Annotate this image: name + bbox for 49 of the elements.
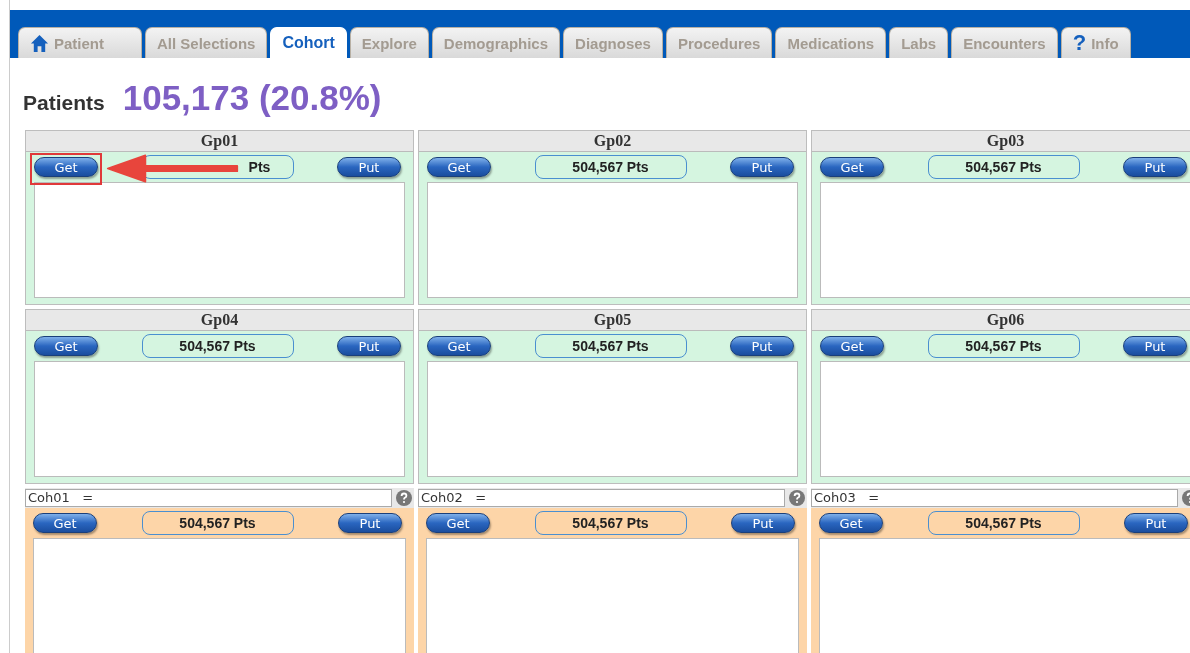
list-box[interactable] — [820, 182, 1190, 298]
tab[interactable]: ? Info — [1060, 27, 1131, 58]
help-icon[interactable] — [396, 490, 412, 506]
get-button[interactable]: Get — [427, 336, 491, 356]
put-button[interactable]: Put — [1123, 157, 1187, 177]
put-button[interactable]: Put — [337, 157, 401, 177]
get-button[interactable]: Get — [820, 336, 884, 356]
get-button[interactable]: Get — [820, 157, 884, 177]
patient-count: 105,173 (20.8%) — [122, 78, 382, 118]
cohort-field[interactable]: Coh01 = — [25, 489, 392, 507]
put-button[interactable]: Put — [1124, 513, 1188, 533]
count-pill: 504,567 Pts — [141, 334, 294, 358]
put-button[interactable]: Put — [337, 336, 401, 356]
group-title: Gp06 — [812, 310, 1190, 331]
list-box[interactable] — [34, 361, 405, 477]
help-icon: ? — [1072, 32, 1087, 54]
put-button[interactable]: Put — [730, 157, 794, 177]
list-box[interactable] — [820, 361, 1190, 477]
get-button[interactable]: Get — [34, 157, 98, 177]
tab[interactable]: Cohort — [270, 27, 347, 58]
list-box[interactable] — [427, 361, 798, 477]
count-pill: 504,567 Pts — [927, 511, 1080, 535]
count-pill: 504,567 Pts — [534, 511, 687, 535]
group-title: Gp01 — [26, 131, 413, 152]
group-title: Gp03 — [812, 131, 1190, 152]
get-button[interactable]: Get — [426, 513, 490, 533]
home-icon — [30, 33, 49, 53]
list-box[interactable] — [427, 182, 798, 298]
count-pill: 504,567 Pts — [534, 155, 687, 179]
count-pill: 504,567 Pts — [141, 511, 294, 535]
patients-label: Patients — [23, 91, 105, 115]
put-button[interactable]: Put — [338, 513, 402, 533]
get-button[interactable]: Get — [427, 157, 491, 177]
list-box[interactable] — [34, 182, 405, 298]
get-button[interactable]: Get — [819, 513, 883, 533]
put-button[interactable]: Put — [731, 513, 795, 533]
cohort-field[interactable]: Coh02 = — [418, 489, 785, 507]
cohort-field[interactable]: Coh03 = — [811, 489, 1178, 507]
group-title: Gp02 — [419, 131, 806, 152]
put-button[interactable]: Put — [730, 336, 794, 356]
count-pill: 504,567 Pts — [927, 155, 1080, 179]
get-button[interactable]: Get — [33, 513, 97, 533]
put-button[interactable]: Put — [1123, 336, 1187, 356]
count-pill: 504,567 Pts — [927, 334, 1080, 358]
group-title: Gp05 — [419, 310, 806, 331]
group-title: Gp04 — [26, 310, 413, 331]
count-pill: 504,567 Pts — [534, 334, 687, 358]
help-icon[interactable] — [789, 490, 805, 506]
get-button[interactable]: Get — [34, 336, 98, 356]
